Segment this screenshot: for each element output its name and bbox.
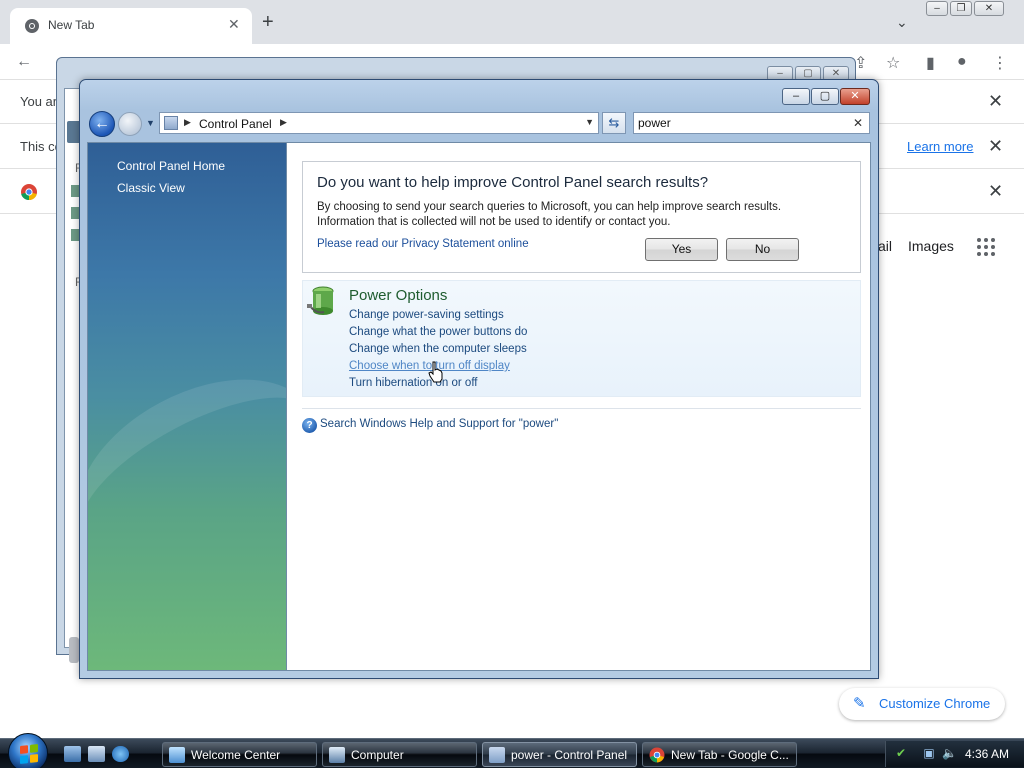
infobar-3-close-icon[interactable]: ✕ [988,181,1003,202]
search-input[interactable] [638,115,838,131]
welcome-center-icon [169,747,185,763]
divider [302,408,861,409]
switch-windows-icon[interactable] [88,746,105,762]
cp-close-icon[interactable]: ✕ [840,88,870,105]
restore-icon[interactable]: ❐ [950,1,972,16]
volume-muted-icon[interactable]: 🔈 [942,746,957,760]
taskbar-button-chrome[interactable]: New Tab - Google C... [642,742,797,767]
control-panel-icon [489,747,505,763]
privacy-statement-link[interactable]: Please read our Privacy Statement online [317,238,529,250]
yes-button[interactable]: Yes [645,238,718,261]
tab-close-icon[interactable]: ✕ [228,16,240,33]
improve-line-2: Information that is collected will not b… [317,216,671,228]
learn-more-link[interactable]: Learn more [907,139,973,154]
new-tab-plus-icon[interactable]: + [262,12,274,32]
power-options-result: Power Options Change power-saving settin… [302,280,861,397]
hand-cursor-icon [428,361,443,383]
tab-search-chevron-icon[interactable]: ⌄ [896,14,908,31]
start-button[interactable] [8,733,48,768]
chrome-window-controls: – ❐ ✕ [926,1,1004,17]
profile-avatar-icon[interactable]: ● [957,53,967,71]
taskbar-button-computer[interactable]: Computer [322,742,477,767]
customize-chrome-label: Customize Chrome [879,696,991,711]
show-desktop-icon[interactable] [64,746,81,762]
system-tray: ✔ ▣ 🔈 4:36 AM [885,741,1024,767]
bg-item-icon [71,229,79,241]
improve-search-panel: Do you want to help improve Control Pane… [302,161,861,273]
close-icon[interactable]: ✕ [974,1,1004,16]
bookmark-star-icon[interactable]: ☆ [886,53,900,73]
bg-item-icon [71,185,79,197]
computer-icon [329,747,345,763]
gmail-link[interactable]: ail [878,238,892,254]
cp-minimize-icon[interactable]: – [782,88,810,105]
help-icon: ? [302,418,317,433]
back-arrow-icon[interactable]: ← [16,53,32,71]
clear-search-icon[interactable]: ✕ [853,116,863,130]
aurora-swirl [88,341,286,605]
infobar-2-close-icon[interactable]: ✕ [988,136,1003,157]
search-box[interactable]: ✕ [633,112,870,134]
menu-kebab-icon[interactable]: ⋮ [992,53,1008,73]
chrome-logo-icon [21,184,37,201]
hibernation-link[interactable]: Turn hibernation on or off [349,377,478,389]
power-options-title[interactable]: Power Options [349,287,447,304]
control-panel-icon [164,116,178,130]
chrome-tab-new-tab[interactable]: New Tab ✕ [10,8,252,44]
improve-description: By choosing to send your search queries … [317,200,817,230]
no-button[interactable]: No [726,238,799,261]
customize-chrome-button[interactable]: ✎ Customize Chrome [839,688,1005,720]
refresh-icon[interactable]: ⇆ [602,112,626,134]
classic-view-link[interactable]: Classic View [117,181,185,195]
cp-maximize-icon[interactable]: ▢ [811,88,839,105]
cp-window-controls: – ▢ ✕ [782,88,870,105]
breadcrumb-arrow-icon[interactable]: ▶ [184,117,191,128]
taskbar: Welcome Center Computer power - Control … [0,733,1024,768]
google-apps-grid-icon[interactable] [977,238,995,256]
control-panel-home-link[interactable]: Control Panel Home [117,159,225,173]
forward-arrow-icon[interactable] [118,112,142,136]
taskbar-button-welcome-center[interactable]: Welcome Center [162,742,317,767]
change-power-buttons-link[interactable]: Change what the power buttons do [349,326,527,338]
share-icon[interactable]: ⇪ [854,53,867,73]
windows-flag-icon [20,744,38,764]
security-check-icon[interactable]: ✔ [894,746,908,760]
taskbar-label: Computer [351,748,404,762]
images-link[interactable]: Images [908,238,954,254]
address-bar[interactable]: ▶ Control Panel ▶ ▼ [159,112,599,134]
breadcrumb-control-panel[interactable]: Control Panel [199,117,272,131]
taskbar-label: Welcome Center [191,748,281,762]
address-dropdown-icon[interactable]: ▼ [585,117,594,127]
network-icon[interactable]: ▣ [922,746,936,760]
improve-line-1: By choosing to send your search queries … [317,201,782,213]
side-panel-icon[interactable]: ▮ [926,53,935,73]
search-results-pane: Do you want to help improve Control Pane… [287,142,871,671]
power-options-battery-icon [307,286,334,315]
taskbar-button-control-panel[interactable]: power - Control Panel [482,742,637,767]
chrome-favicon-icon [25,19,39,33]
control-panel-window[interactable]: – ▢ ✕ ← ▼ ▶ Control Panel ▶ ▼ ⇆ ✕ Contro… [79,79,879,679]
taskbar-label: New Tab - Google C... [671,748,789,762]
task-pane: Control Panel Home Classic View [87,142,287,671]
help-search-link[interactable]: Search Windows Help and Support for "pow… [320,418,558,430]
clock[interactable]: 4:36 AM [965,747,1009,761]
infobar-1-text: You ar [20,94,58,109]
minimize-icon[interactable]: – [926,1,948,16]
breadcrumb-arrow-icon[interactable]: ▶ [280,117,287,128]
tab-title: New Tab [48,18,95,32]
bg-drive-icon [69,637,79,663]
chrome-logo-icon [649,747,665,763]
improve-title: Do you want to help improve Control Pane… [317,174,709,191]
chrome-tabstrip: New Tab ✕ + ⌄ – ❐ ✕ [0,0,1024,44]
recent-pages-dropdown-icon[interactable]: ▼ [146,118,155,128]
change-power-saving-settings-link[interactable]: Change power-saving settings [349,309,504,321]
change-sleep-link[interactable]: Change when the computer sleeps [349,343,527,355]
pencil-icon: ✎ [853,695,866,712]
bg-item-icon [71,207,79,219]
back-arrow-icon[interactable]: ← [89,111,115,137]
infobar-1-close-icon[interactable]: ✕ [988,91,1003,112]
taskbar-label: power - Control Panel [511,748,628,762]
internet-explorer-icon[interactable] [112,746,129,762]
